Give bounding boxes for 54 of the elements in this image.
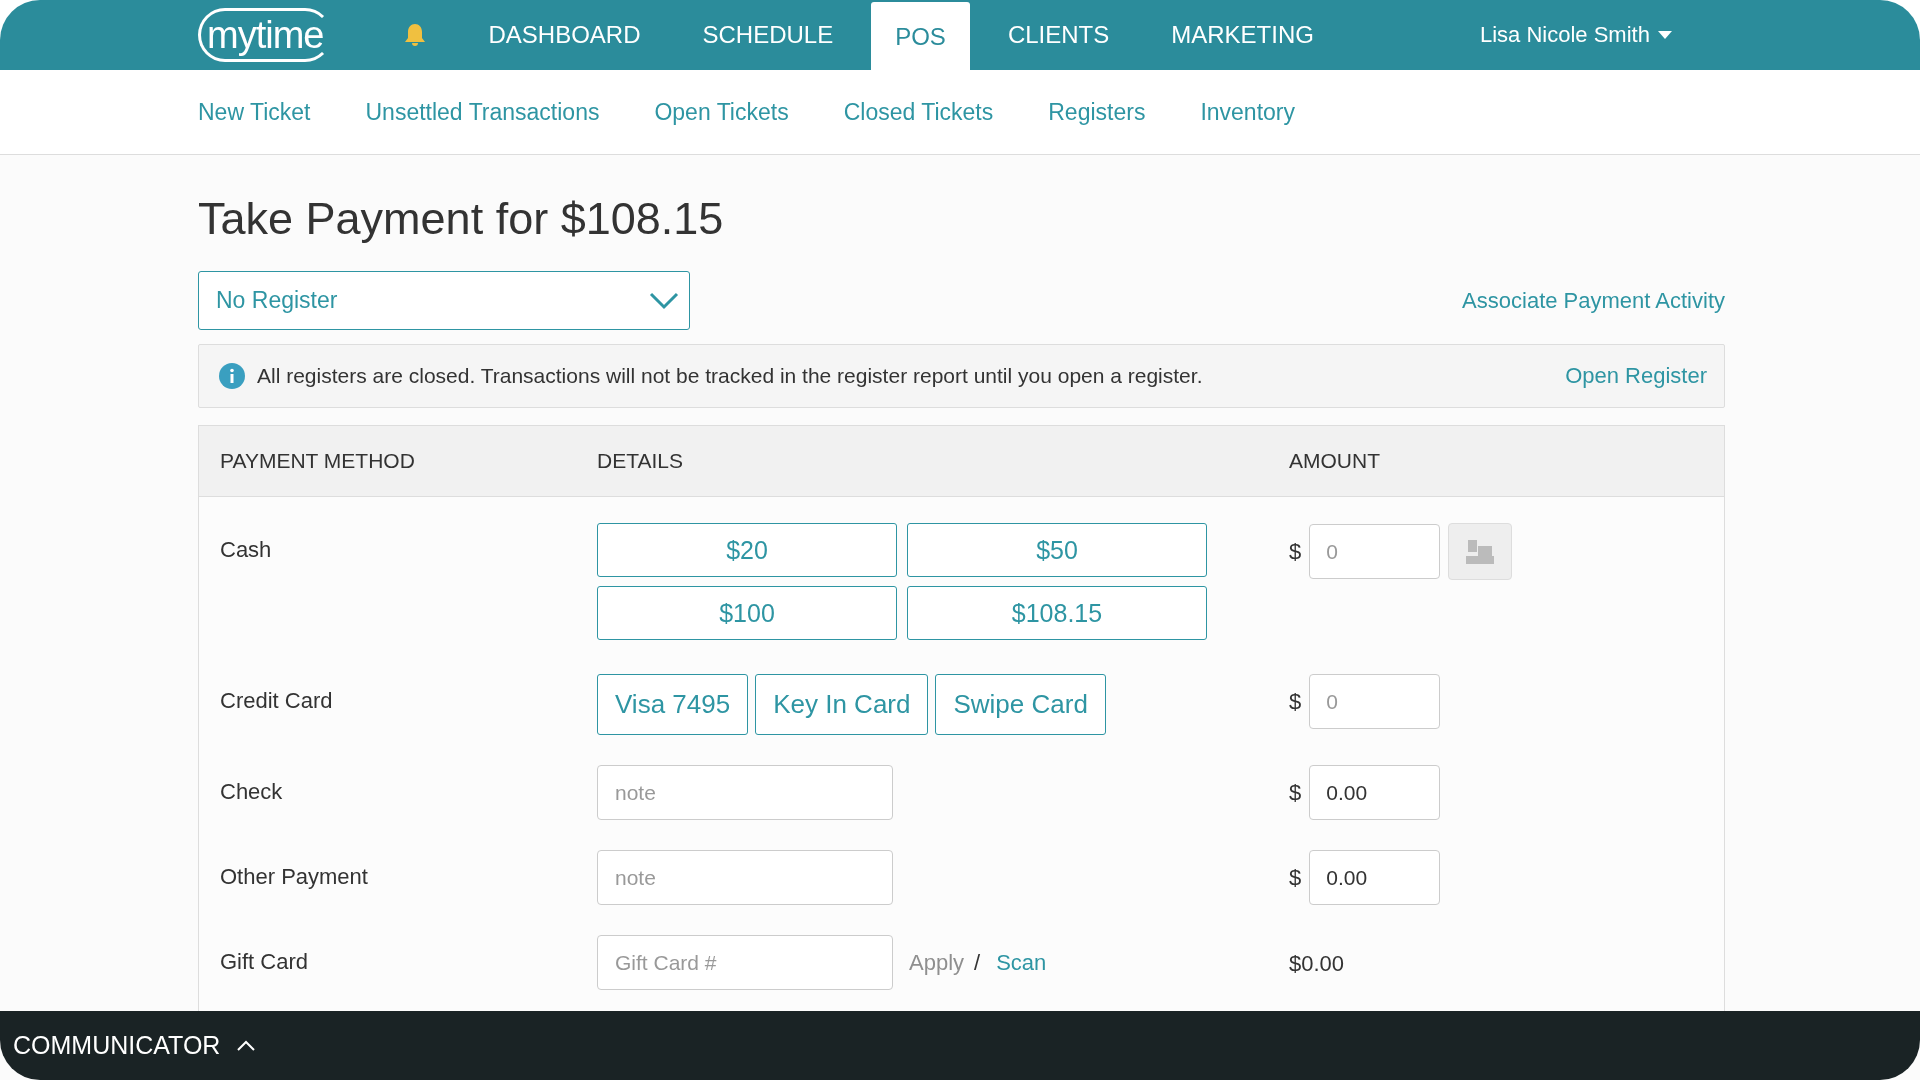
currency-symbol: $ [1289,688,1302,715]
chevron-down-icon [649,291,679,310]
cash-register-button[interactable] [1448,523,1513,580]
chevron-up-icon [236,1039,257,1052]
column-header: AMOUNT [1289,449,1381,473]
sub-nav-link[interactable]: Inventory [1200,98,1295,126]
payment-method-label: Gift Card [219,948,310,975]
card-option-button[interactable]: Key In Card [755,674,929,735]
card-option-button[interactable]: Visa 7495 [597,674,749,735]
gift-card-amount: $0.00 [1289,950,1345,977]
payment-method-label: Credit Card [219,687,334,714]
card-option-button[interactable]: Swipe Card [935,674,1106,735]
communicator-label: COMMUNICATOR [13,1031,221,1060]
gift-card-field[interactable]: Gift Card # [597,935,893,990]
communicator-bar[interactable]: COMMUNICATOR [0,1011,1920,1080]
payment-method-label: Cash [219,536,273,563]
currency-symbol: $ [1289,779,1302,806]
sub-nav-link[interactable]: Unsettled Transactions [365,98,600,126]
payment-method-label: Other Payment [219,863,369,890]
scan-link[interactable]: Scan [996,949,1047,976]
caret-icon [1657,31,1672,39]
column-header: PAYMENT METHOD [219,449,416,473]
cash-amount-button[interactable]: $50 [907,523,1207,577]
amount-field[interactable]: 0.00 [1309,850,1441,905]
info-icon [219,363,245,389]
sub-nav-link[interactable]: New Ticket [198,98,311,126]
nav-tab[interactable]: MARKETING [1147,0,1338,70]
open-register-link[interactable]: Open Register [1565,363,1707,389]
bell-icon[interactable] [404,23,427,47]
sub-nav-link[interactable]: Registers [1048,98,1146,126]
associate-payment-link[interactable]: Associate Payment Activity [1462,287,1725,314]
nav-tab[interactable]: DASHBOARD [464,0,665,70]
amount-field[interactable]: 0 [1309,524,1441,579]
cash-amount-button[interactable]: $100 [597,586,897,640]
amount-field[interactable]: 0 [1309,674,1441,729]
column-header: DETAILS [597,449,684,473]
sub-nav-link[interactable]: Open Tickets [654,98,789,126]
currency-symbol: $ [1289,538,1302,565]
separator-slash: / [974,949,981,976]
note-field[interactable]: note [597,850,893,905]
nav-tab[interactable]: POS [871,2,970,72]
info-message: All registers are closed. Transactions will not be tracked in the register report until you open a register. [257,364,1204,388]
currency-symbol: $ [1289,864,1302,891]
nav-tab[interactable]: CLIENTS [983,0,1134,70]
cash-amount-button[interactable]: $108.15 [907,586,1207,640]
sub-nav-link[interactable]: Closed Tickets [843,98,994,126]
cash-amount-button[interactable]: $20 [597,523,897,577]
note-field[interactable]: note [597,765,893,820]
user-menu[interactable]: Lisa Nicole Smith [1479,22,1672,48]
amount-field[interactable]: 0.00 [1309,765,1441,820]
register-dropdown[interactable]: No Register [198,271,690,330]
payment-method-label: Check [219,778,284,805]
page-title: Take Payment for $108.15 [198,192,725,246]
nav-tab[interactable]: SCHEDULE [678,0,858,70]
